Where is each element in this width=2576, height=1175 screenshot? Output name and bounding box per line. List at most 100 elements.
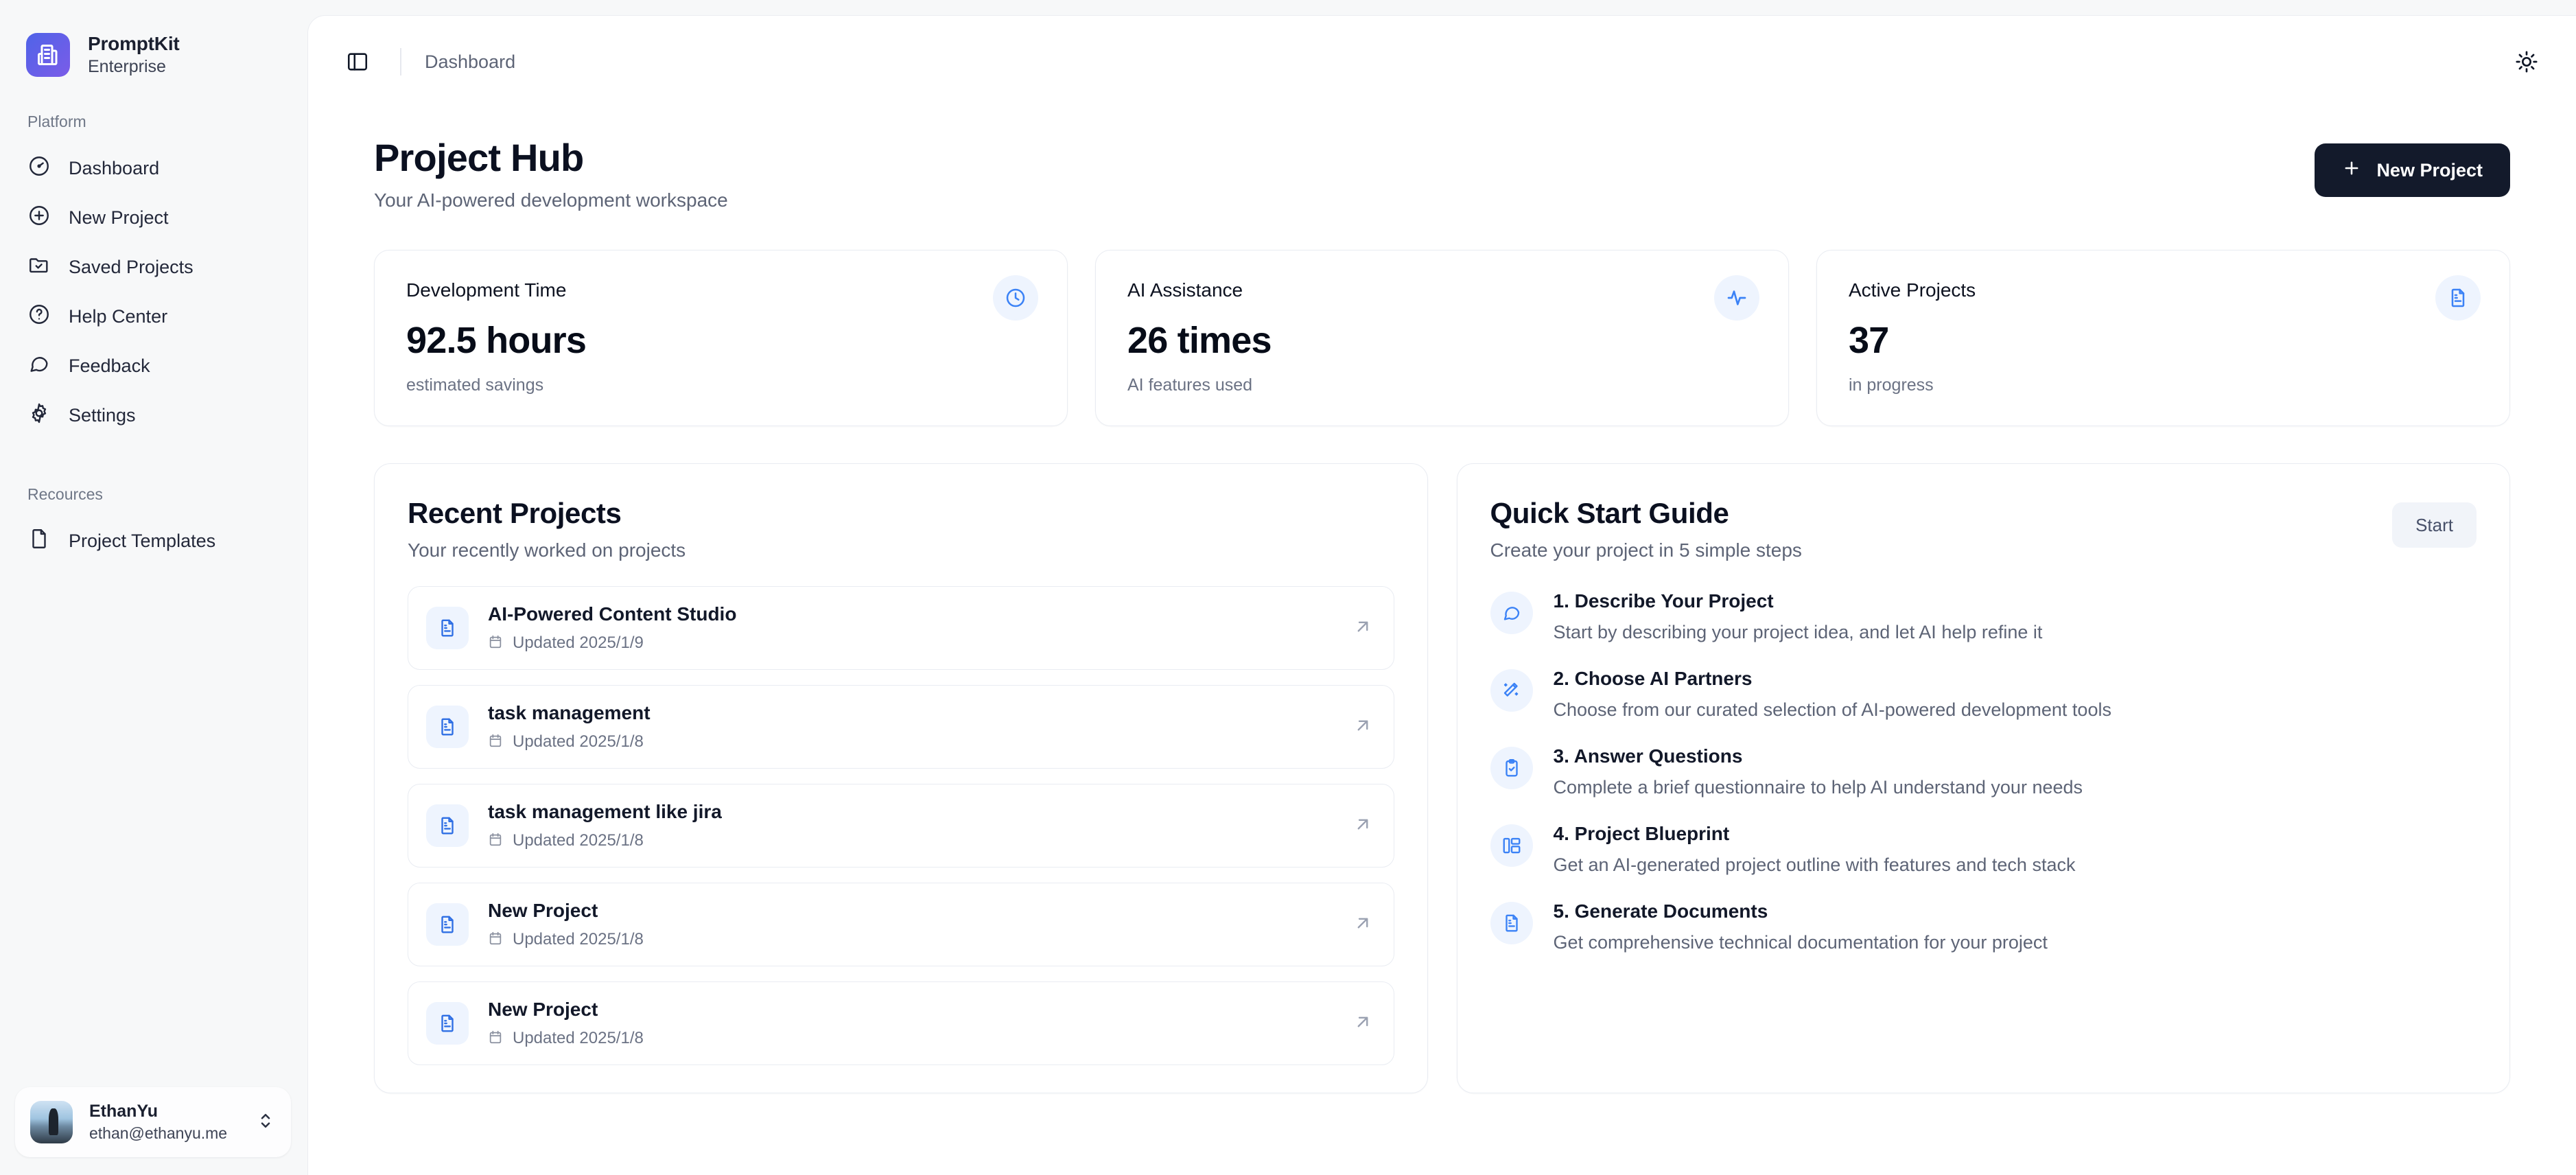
sidebar-item-new-project[interactable]: New Project [0,193,307,242]
table-row[interactable]: task management like jira Updated 2025/1… [408,784,1394,868]
start-button[interactable]: Start [2392,502,2477,548]
page-title: Project Hub [374,136,584,179]
sidebar-item-project-templates[interactable]: Project Templates [0,516,307,566]
arrow-up-right-icon[interactable] [1353,616,1373,640]
sidebar-item-settings[interactable]: Settings [0,391,307,440]
step-title: 2. Choose AI Partners [1553,668,1753,689]
sidebar-item-saved-projects[interactable]: Saved Projects [0,242,307,292]
breadcrumb[interactable]: Dashboard [425,51,515,73]
list-item[interactable]: 4. Project Blueprint Get an AI-generated… [1490,823,2477,876]
step-description: Start by describing your project idea, a… [1553,622,2043,642]
project-name: task management like jira [488,801,722,822]
calendar-icon [488,733,503,752]
stat-cards: Development Time 92.5 hours estimated sa… [374,250,2510,426]
brand[interactable]: PromptKit Enterprise [0,0,307,82]
nav-resources: Recources Project Templates [0,485,307,566]
list-item[interactable]: 1. Describe Your Project Start by descri… [1490,590,2477,643]
sidebar-item-label: Settings [69,404,136,426]
table-row[interactable]: AI-Powered Content Studio Updated 2025/1… [408,586,1394,670]
chevrons-up-down-icon[interactable] [255,1110,276,1135]
arrow-up-right-icon[interactable] [1353,814,1373,838]
recent-projects-list: AI-Powered Content Studio Updated 2025/1… [408,586,1394,1065]
clipboard-check-icon [1490,747,1533,789]
step-description: Choose from our curated selection of AI-… [1553,699,2111,720]
stat-label: Development Time [406,279,567,301]
project-name: AI-Powered Content Studio [488,603,737,625]
table-row[interactable]: New Project Updated 2025/1/8 [408,981,1394,1065]
step-title: 1. Describe Your Project [1553,590,1774,612]
project-updated: Updated 2025/1/8 [513,930,644,949]
recent-projects-panel: Recent Projects Your recently worked on … [374,463,1428,1093]
step-title: 5. Generate Documents [1553,900,1768,922]
stat-hint: estimated savings [406,375,544,395]
step-title: 4. Project Blueprint [1553,823,1730,844]
panel-subtitle: Your recently worked on projects [408,539,686,561]
avatar [30,1101,73,1143]
table-row[interactable]: New Project Updated 2025/1/8 [408,883,1394,966]
stat-label: Active Projects [1849,279,1976,301]
project-name: task management [488,702,651,723]
sidebar-item-help-center[interactable]: Help Center [0,292,307,341]
help-circle-icon [27,303,51,331]
file-text-icon [426,1002,469,1045]
user-profile-button[interactable]: EthanYu ethan@ethanyu.me [15,1087,291,1157]
recent-projects-header: Recent Projects Your recently worked on … [408,497,1394,561]
gear-icon [27,402,51,430]
content-area: Project Hub Your AI-powered development … [308,108,2576,1175]
plus-icon [2342,159,2361,183]
calendar-icon [488,931,503,949]
panel-left-icon[interactable] [338,43,377,81]
sidebar: PromptKit Enterprise Platform Dashboard [0,0,307,1175]
circle-plus-icon [27,204,51,232]
gauge-icon [27,154,51,183]
clock-icon [993,275,1038,321]
topbar: Dashboard [308,16,2576,108]
list-item[interactable]: 5. Generate Documents Get comprehensive … [1490,900,2477,953]
folder-check-icon [27,253,51,281]
building-icon [26,33,70,77]
stat-label: AI Assistance [1127,279,1243,301]
profile-section: EthanYu ethan@ethanyu.me [0,1087,307,1175]
table-row[interactable]: task management Updated 2025/1/8 [408,685,1394,769]
arrow-up-right-icon[interactable] [1353,913,1373,937]
list-item[interactable]: 2. Choose AI Partners Choose from our cu… [1490,668,2477,721]
wand-sparkles-icon [1490,669,1533,712]
arrow-up-right-icon[interactable] [1353,1012,1373,1036]
stat-value: 92.5 hours [406,320,587,361]
message-circle-icon [1490,592,1533,634]
page-header: Project Hub Your AI-powered development … [374,135,2510,211]
sidebar-item-label: Project Templates [69,530,216,551]
topbar-divider [400,48,401,75]
file-text-icon [426,903,469,946]
sidebar-item-label: Feedback [69,355,150,376]
step-description: Complete a brief questionnaire to help A… [1553,777,2083,798]
stat-card-active-projects: Active Projects 37 in progress [1816,250,2510,426]
message-circle-icon [27,352,51,380]
sidebar-item-feedback[interactable]: Feedback [0,341,307,391]
step-title: 3. Answer Questions [1553,745,1743,767]
quick-start-panel: Quick Start Guide Create your project in… [1456,463,2510,1093]
file-text-icon [2435,275,2481,321]
calendar-icon [488,634,503,653]
profile-email: ethan@ethanyu.me [89,1124,228,1142]
sidebar-item-label: Help Center [69,305,168,327]
new-project-button-label: New Project [2376,159,2483,181]
stat-hint: in progress [1849,375,1934,395]
project-updated: Updated 2025/1/8 [513,831,644,850]
step-description: Get comprehensive technical documentatio… [1553,932,2048,953]
project-updated: Updated 2025/1/8 [513,1029,644,1047]
project-name: New Project [488,999,598,1020]
nav-platform-label: Platform [27,113,86,130]
sidebar-item-dashboard[interactable]: Dashboard [0,143,307,193]
arrow-up-right-icon[interactable] [1353,715,1373,739]
panel-subtitle: Create your project in 5 simple steps [1490,539,1802,561]
panel-title: Recent Projects [408,497,622,529]
panel-title: Quick Start Guide [1490,497,1729,529]
calendar-icon [488,1029,503,1048]
stat-hint: AI features used [1127,375,1253,395]
sun-icon[interactable] [2507,43,2546,81]
list-item[interactable]: 3. Answer Questions Complete a brief que… [1490,745,2477,798]
new-project-button[interactable]: New Project [2315,143,2510,197]
project-updated: Updated 2025/1/8 [513,732,644,751]
sidebar-item-label: Dashboard [69,157,160,178]
